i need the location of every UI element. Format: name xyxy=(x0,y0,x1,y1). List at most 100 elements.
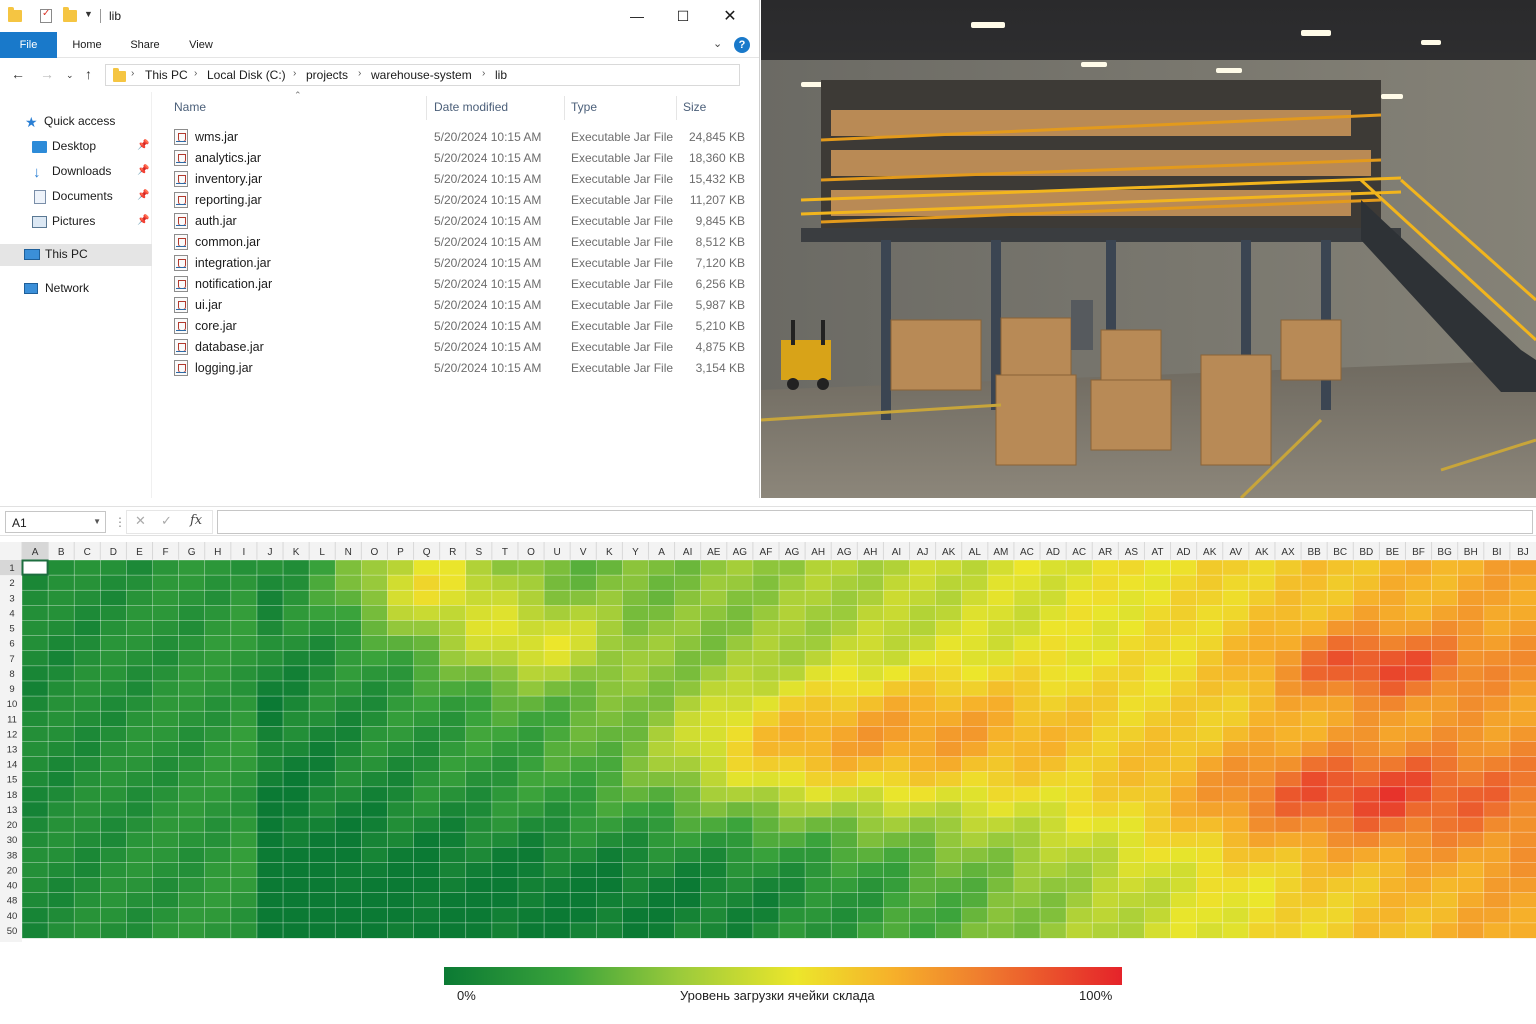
heatmap-cell[interactable] xyxy=(204,559,232,576)
heatmap-cell[interactable] xyxy=(413,831,441,848)
heatmap-cell[interactable] xyxy=(1039,786,1067,803)
heatmap-cell[interactable] xyxy=(465,922,493,939)
heatmap-cell[interactable] xyxy=(1091,680,1119,697)
heatmap-cell[interactable] xyxy=(361,877,389,894)
heatmap-cell[interactable] xyxy=(21,816,49,833)
heatmap-cell[interactable] xyxy=(1483,892,1511,909)
heatmap-cell[interactable] xyxy=(830,680,858,697)
column-header[interactable]: BE xyxy=(1386,547,1400,558)
heatmap-cell[interactable] xyxy=(674,862,702,879)
heatmap-cell[interactable] xyxy=(491,846,519,863)
heatmap-cell[interactable] xyxy=(778,816,806,833)
heatmap-cell[interactable] xyxy=(387,710,415,727)
heatmap-cell[interactable] xyxy=(648,635,676,652)
heatmap-cell[interactable] xyxy=(308,756,336,773)
heatmap-cell[interactable] xyxy=(1170,665,1198,682)
heatmap-cell[interactable] xyxy=(1326,559,1354,576)
heatmap-cell[interactable] xyxy=(1379,831,1407,848)
heatmap-cell[interactable] xyxy=(1013,680,1041,697)
heatmap-cell[interactable] xyxy=(73,786,101,803)
heatmap-cell[interactable] xyxy=(1483,695,1511,712)
heatmap-cell[interactable] xyxy=(100,892,128,909)
nav-pictures[interactable]: Pictures 📌 xyxy=(0,211,152,233)
heatmap-cell[interactable] xyxy=(648,650,676,667)
heatmap-cell[interactable] xyxy=(1170,695,1198,712)
heatmap-cell[interactable] xyxy=(1196,635,1224,652)
heatmap-cell[interactable] xyxy=(1509,695,1536,712)
heatmap-cell[interactable] xyxy=(439,831,467,848)
column-header[interactable]: AG xyxy=(837,547,852,558)
heatmap-cell[interactable] xyxy=(830,892,858,909)
heatmap-cell[interactable] xyxy=(1352,756,1380,773)
heatmap-cell[interactable] xyxy=(935,589,963,606)
heatmap-cell[interactable] xyxy=(256,922,284,939)
heatmap-cell[interactable] xyxy=(1300,801,1328,818)
heatmap-cell[interactable] xyxy=(778,710,806,727)
heatmap-cell[interactable] xyxy=(491,665,519,682)
heatmap-cell[interactable] xyxy=(1039,741,1067,758)
heatmap-cell[interactable] xyxy=(491,877,519,894)
heatmap-cell[interactable] xyxy=(1352,862,1380,879)
heatmap-cell[interactable] xyxy=(178,771,206,788)
column-header[interactable]: AC xyxy=(1072,547,1086,558)
heatmap-cell[interactable] xyxy=(1118,726,1146,743)
column-header[interactable]: J xyxy=(267,547,272,558)
heatmap-cell[interactable] xyxy=(308,559,336,576)
heatmap-cell[interactable] xyxy=(1248,620,1276,637)
heatmap-cell[interactable] xyxy=(778,801,806,818)
heatmap-cell[interactable] xyxy=(961,831,989,848)
heatmap-cell[interactable] xyxy=(465,589,493,606)
heatmap-cell[interactable] xyxy=(1509,831,1536,848)
heatmap-cell[interactable] xyxy=(47,862,75,879)
heatmap-cell[interactable] xyxy=(543,574,571,591)
heatmap-cell[interactable] xyxy=(517,756,545,773)
heatmap-cell[interactable] xyxy=(674,589,702,606)
heatmap-cell[interactable] xyxy=(909,756,937,773)
heatmap-cell[interactable] xyxy=(1405,710,1433,727)
heatmap-cell[interactable] xyxy=(909,574,937,591)
heatmap-cell[interactable] xyxy=(857,589,885,606)
heatmap-cell[interactable] xyxy=(282,665,310,682)
heatmap-cell[interactable] xyxy=(830,635,858,652)
column-header[interactable]: AM xyxy=(993,547,1008,558)
heatmap-cell[interactable] xyxy=(1352,605,1380,622)
heatmap-cell[interactable] xyxy=(517,710,545,727)
heatmap-cell[interactable] xyxy=(1379,559,1407,576)
heatmap-cell[interactable] xyxy=(1065,801,1093,818)
formula-input[interactable] xyxy=(217,510,1533,534)
heatmap-cell[interactable] xyxy=(1431,922,1459,939)
heatmap-cell[interactable] xyxy=(204,907,232,924)
heatmap-cell[interactable] xyxy=(752,620,780,637)
heatmap-cell[interactable] xyxy=(308,786,336,803)
heatmap-cell[interactable] xyxy=(1431,665,1459,682)
customize-toolbar-chevron-icon[interactable]: ▼ xyxy=(84,9,93,19)
heatmap-cell[interactable] xyxy=(700,831,728,848)
heatmap-cell[interactable] xyxy=(256,710,284,727)
heatmap-cell[interactable] xyxy=(648,605,676,622)
heatmap-cell[interactable] xyxy=(334,831,362,848)
heatmap-cell[interactable] xyxy=(1457,650,1485,667)
heatmap-cell[interactable] xyxy=(1196,710,1224,727)
row-header[interactable]: 3 xyxy=(9,593,14,604)
heatmap-cell[interactable] xyxy=(517,695,545,712)
heatmap-cell[interactable] xyxy=(1509,726,1536,743)
heatmap-cell[interactable] xyxy=(778,695,806,712)
heatmap-cell[interactable] xyxy=(334,907,362,924)
heatmap-cell[interactable] xyxy=(1352,589,1380,606)
heatmap-cell[interactable] xyxy=(726,650,754,667)
heatmap-cell[interactable] xyxy=(100,786,128,803)
heatmap-cell[interactable] xyxy=(961,756,989,773)
heatmap-cell[interactable] xyxy=(830,741,858,758)
heatmap-cell[interactable] xyxy=(1457,741,1485,758)
cancel-icon[interactable]: ✕ xyxy=(135,513,146,529)
heatmap-cell[interactable] xyxy=(909,862,937,879)
heatmap-cell[interactable] xyxy=(204,620,232,637)
heatmap-cell[interactable] xyxy=(569,756,597,773)
heatmap-cell[interactable] xyxy=(1326,635,1354,652)
heatmap-cell[interactable] xyxy=(830,726,858,743)
heatmap-cell[interactable] xyxy=(178,831,206,848)
column-header[interactable]: Y xyxy=(632,547,639,558)
heatmap-cell[interactable] xyxy=(1248,756,1276,773)
heatmap-cell[interactable] xyxy=(857,559,885,576)
heatmap-cell[interactable] xyxy=(256,605,284,622)
